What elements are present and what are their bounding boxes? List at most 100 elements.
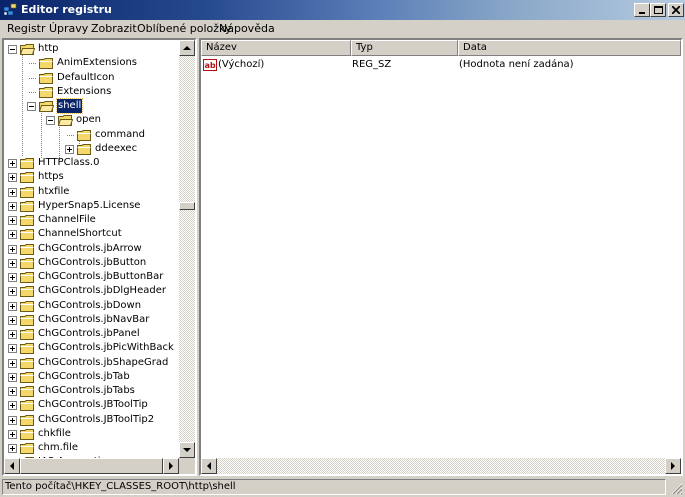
tree-item[interactable]: ddeexec <box>4 142 179 156</box>
tree-item[interactable]: open <box>4 113 179 127</box>
folder-icon <box>20 400 34 412</box>
tree-item[interactable]: shell <box>4 98 179 114</box>
tree-vertical-scrollbar[interactable] <box>179 40 195 458</box>
tree-item[interactable]: chkfile <box>4 427 179 441</box>
tree-item-label: shell <box>55 98 84 114</box>
expand-icon[interactable] <box>8 315 17 325</box>
tree-item[interactable]: Extensions <box>4 85 179 99</box>
tree-item[interactable]: ChGControls.jbPicWithBack <box>4 341 179 355</box>
values-list-panel[interactable]: Název Typ Data ab (Výchozí) REG_SZ (Hodn… <box>199 38 683 476</box>
menu-zobrazit[interactable]: Zobrazit <box>91 22 137 35</box>
list-horizontal-scrollbar[interactable] <box>201 458 681 474</box>
column-header-type[interactable]: Typ <box>351 40 458 56</box>
expand-icon[interactable] <box>8 201 17 211</box>
tree-scroll-thumb[interactable] <box>179 202 195 210</box>
title-bar[interactable]: Editor registru <box>0 0 685 20</box>
expand-icon[interactable] <box>8 301 17 311</box>
menu-upravy[interactable]: Úpravy <box>49 22 88 35</box>
expand-icon[interactable] <box>8 230 17 240</box>
expand-icon[interactable] <box>8 444 17 453</box>
tree-hscroll-thumb[interactable] <box>20 458 163 474</box>
tree-item-label: ChGControls.jbButton <box>38 256 147 268</box>
scroll-up-button[interactable] <box>179 40 195 56</box>
column-header-name[interactable]: Název <box>201 40 351 56</box>
value-row[interactable]: ab (Výchozí) REG_SZ (Hodnota není zadána… <box>201 57 661 73</box>
scroll-down-button[interactable] <box>179 442 195 458</box>
tree-item[interactable]: ChGControls.jbButton <box>4 256 179 270</box>
expand-icon[interactable] <box>8 415 17 425</box>
tree-item[interactable]: http <box>4 42 179 56</box>
expand-icon[interactable] <box>8 159 17 168</box>
menu-oblibene[interactable]: Oblíbené položky <box>137 22 232 35</box>
folder-icon <box>77 129 91 141</box>
expand-icon[interactable] <box>8 401 17 411</box>
svg-text:ab: ab <box>205 61 216 70</box>
collapse-icon[interactable] <box>27 102 36 111</box>
expand-icon[interactable] <box>8 429 17 439</box>
minimize-button[interactable] <box>634 3 650 17</box>
tree-item[interactable]: ChGControls.jbDlgHeader <box>4 284 179 298</box>
tree-item[interactable]: HTTPClass.0 <box>4 156 179 170</box>
collapse-icon[interactable] <box>46 116 55 126</box>
tree-item[interactable]: ChGControls.jbTab <box>4 370 179 384</box>
folder-icon <box>20 357 34 369</box>
tree-item[interactable]: command <box>4 128 179 142</box>
expand-icon[interactable] <box>65 144 74 154</box>
tree-item[interactable]: ChGControls.jbTabs <box>4 384 179 398</box>
tree-item[interactable]: AnimExtensions <box>4 56 179 70</box>
maximize-button[interactable] <box>650 3 666 17</box>
list-scroll-right-button[interactable] <box>665 458 681 474</box>
collapse-icon[interactable] <box>8 45 17 54</box>
tree-item[interactable]: htxfile <box>4 185 179 199</box>
expand-icon[interactable] <box>8 387 17 396</box>
key-tree-panel[interactable]: http AnimExtensions DefaultIcon Extensions s… <box>2 38 197 476</box>
tree-item[interactable]: HyperSnap5.License <box>4 199 179 213</box>
tree-item[interactable]: ChGControls.jbPanel <box>4 327 179 341</box>
tree-item-label: command <box>95 128 145 140</box>
tree-item-label: ChGControls.jbPicWithBack <box>38 342 174 354</box>
scroll-right-button[interactable] <box>163 458 179 474</box>
close-button[interactable] <box>668 3 684 17</box>
resize-grip-icon[interactable] <box>671 483 683 495</box>
scroll-corner <box>179 458 195 474</box>
expand-icon[interactable] <box>8 344 17 354</box>
menu-napoveda[interactable]: Nápověda <box>219 22 275 35</box>
tree-item[interactable]: ChGControls.jbDown <box>4 299 179 313</box>
maximize-icon <box>653 6 663 14</box>
tree-item-label: chkfile <box>38 427 71 439</box>
tree-item[interactable]: ChGControls.jbArrow <box>4 242 179 256</box>
expand-icon[interactable] <box>8 358 17 368</box>
expand-icon[interactable] <box>8 273 17 282</box>
tree-horizontal-scrollbar[interactable] <box>4 458 179 474</box>
tree-item-label: ChGControls.jbTab <box>38 370 130 382</box>
expand-icon[interactable] <box>8 187 17 197</box>
expand-icon[interactable] <box>8 244 17 254</box>
expand-icon[interactable] <box>8 287 17 297</box>
expand-icon[interactable] <box>8 258 17 268</box>
folder-icon <box>20 300 34 312</box>
tree-item-label: HTTPClass.0 <box>38 157 100 168</box>
tree-item[interactable]: chm.file <box>4 441 179 455</box>
tree-item[interactable]: ChGControls.JBToolTip2 <box>4 413 179 427</box>
expand-icon[interactable] <box>8 372 17 382</box>
tree-item[interactable]: ChGControls.jbShapeGrad <box>4 356 179 370</box>
tree-item[interactable]: ChGControls.jbButtonBar <box>4 270 179 284</box>
column-header-data[interactable]: Data <box>458 40 681 56</box>
tree-item-label: ChGControls.jbNavBar <box>38 313 150 325</box>
tree-item[interactable]: ChGControls.jbNavBar <box>4 313 179 327</box>
folder-icon <box>20 286 34 298</box>
folder-icon <box>20 229 34 241</box>
tree-item[interactable]: ChGControls.JBToolTip <box>4 398 179 412</box>
tree-item[interactable]: https <box>4 170 179 184</box>
tree-item[interactable]: DefaultIcon <box>4 71 179 85</box>
list-scroll-left-button[interactable] <box>201 458 217 474</box>
expand-icon[interactable] <box>8 216 17 225</box>
tree-item[interactable]: ChannelShortcut <box>4 227 179 241</box>
scroll-left-button[interactable] <box>4 458 20 474</box>
tree-line <box>67 134 74 137</box>
tree-item-label: HyperSnap5.License <box>38 199 141 211</box>
expand-icon[interactable] <box>8 173 17 183</box>
tree-item[interactable]: ChannelFile <box>4 213 179 227</box>
expand-icon[interactable] <box>8 330 17 339</box>
menu-registr[interactable]: Registr <box>7 22 46 35</box>
